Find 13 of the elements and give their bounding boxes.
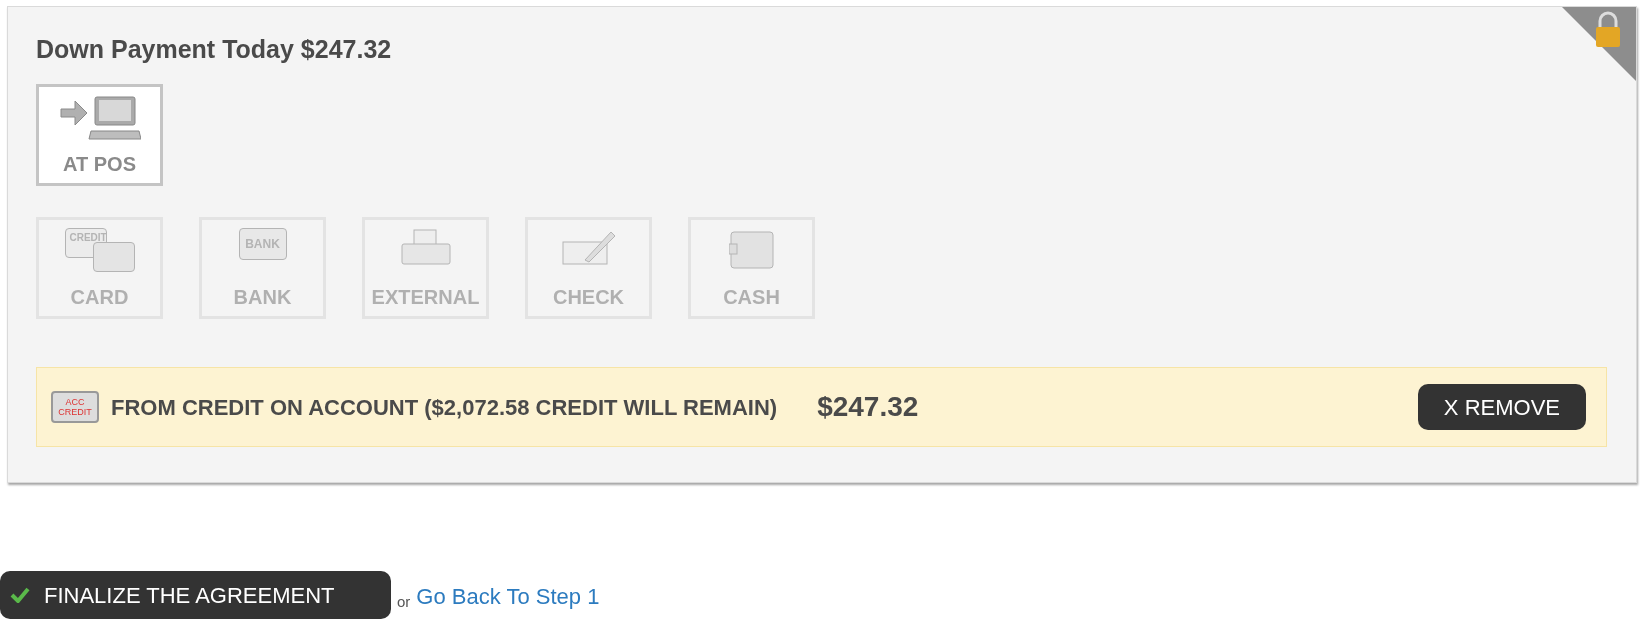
or-text: or xyxy=(397,591,411,612)
wallet-icon xyxy=(728,228,775,270)
card-terminal-icon xyxy=(399,228,452,268)
account-credit-badge: ACC CREDIT xyxy=(51,391,99,423)
arrow-computer-icon xyxy=(58,95,141,141)
remove-button[interactable]: X REMOVE xyxy=(1417,384,1586,430)
payment-amount: $247.32 xyxy=(817,390,919,424)
back-link[interactable]: Go Back To Step 1 xyxy=(416,580,600,613)
finalize-button[interactable]: FINALIZE THE AGREEMENT xyxy=(0,571,391,619)
checkmark-icon xyxy=(10,587,30,603)
payment-method-tile[interactable]: AT POS xyxy=(36,84,163,186)
panel-title: Down Payment Today $247.32 xyxy=(36,37,393,62)
payment-description: FROM CREDIT ON ACCOUNT ($2,072.58 CREDIT WILL REMAIN) xyxy=(111,393,778,422)
